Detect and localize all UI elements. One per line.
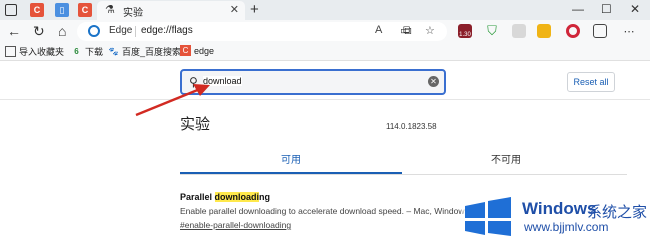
watermark-url: www.bjjmlv.com bbox=[524, 220, 609, 234]
tab-unavailable[interactable]: 不可用 bbox=[491, 151, 521, 166]
watermark-cn: 系统之家 bbox=[587, 204, 648, 221]
flag-title-prefix: Parallel bbox=[180, 192, 215, 202]
flag-title-highlight: downloadi bbox=[214, 192, 260, 202]
flag-title-suffix: ng bbox=[259, 192, 271, 202]
flag-anchor-link[interactable]: #enable-parallel-downloading bbox=[180, 220, 291, 230]
flag-title: Parallel downloading bbox=[180, 192, 270, 202]
tabs-divider bbox=[180, 174, 627, 175]
watermark-brand: Windows bbox=[522, 199, 597, 218]
version-number: 114.0.1823.58 bbox=[386, 122, 437, 131]
page-title: 实验 bbox=[180, 116, 211, 133]
windows-logo-icon bbox=[465, 197, 511, 236]
tab-available[interactable]: 可用 bbox=[281, 151, 301, 166]
flag-description: Enable parallel downloading to accelerat… bbox=[180, 206, 465, 216]
